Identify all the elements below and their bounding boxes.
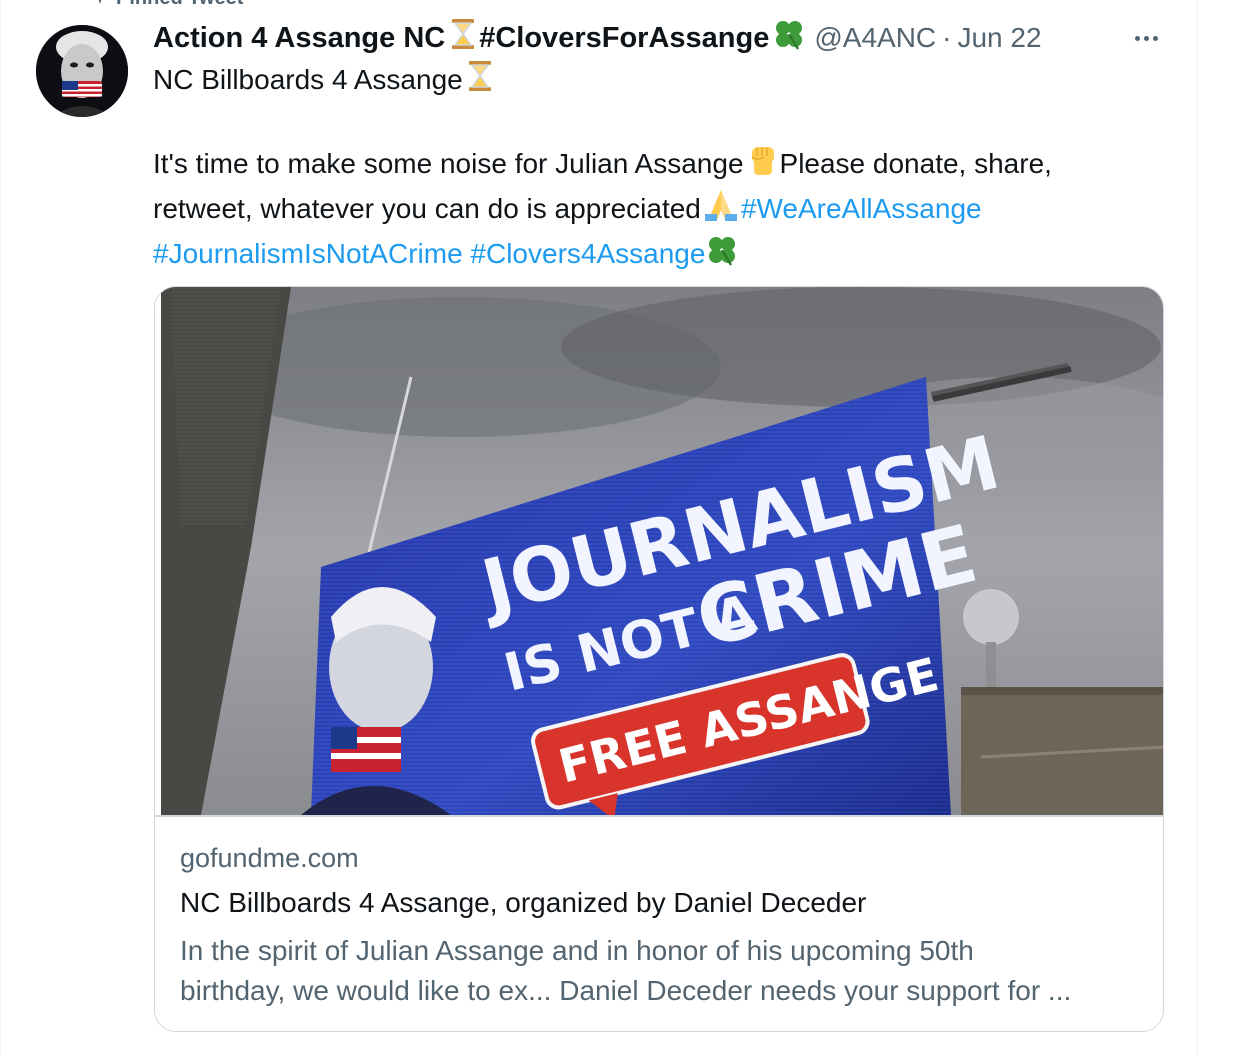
tweet-text: NC Billboards 4 Assange It's time to mak… [153, 60, 1143, 278]
tweet-line: NC Billboards 4 Assange [153, 60, 1143, 103]
more-button[interactable] [1128, 26, 1164, 50]
hashtag-link[interactable]: #WeAreAllAssange [741, 193, 982, 224]
tweet-timestamp[interactable]: Jun 22 [957, 22, 1041, 54]
header-separator: · [942, 22, 952, 53]
tweet-title-text: NC Billboards 4 Assange [153, 64, 463, 95]
card-image[interactable]: JOURNALISM IS NOT A CRIME FREE ASSANGE [161, 287, 1163, 815]
hashtag-link[interactable]: #JournalismIsNotACrime [153, 238, 463, 269]
display-name-hashtag-text: #CloversForAssange [479, 21, 770, 54]
timeline-right-border [1197, 0, 1198, 1055]
card-title: NC Billboards 4 Assange, organized by Da… [180, 887, 867, 918]
hourglass-icon [450, 18, 476, 58]
tweet-blank-line [153, 103, 1143, 143]
tweet-line: It's time to make some noise for Julian … [153, 143, 1143, 188]
card-domain: gofundme.com [180, 843, 359, 873]
card-divider [155, 815, 1163, 817]
hashtag-link[interactable]: #Clovers4Assange [470, 238, 705, 269]
four-leaf-clover-icon [705, 233, 739, 278]
hourglass-icon [467, 60, 493, 103]
user-handle[interactable]: @A4ANC [814, 22, 936, 54]
more-icon-dot [1143, 35, 1149, 41]
tweet-body-text: It's time to make some noise for Julian … [153, 148, 744, 179]
card-description-line: In the spirit of Julian Assange and in h… [180, 935, 974, 966]
tweet-line: retweet, whatever you can do is apprecia… [153, 188, 1143, 233]
link-preview-card[interactable]: JOURNALISM IS NOT A CRIME FREE ASSANGE g… [154, 286, 1164, 1032]
more-icon [1134, 35, 1140, 41]
tweet-body-text: retweet, whatever you can do is apprecia… [153, 193, 701, 224]
card-description-line: birthday, we would like to ex... Daniel … [180, 975, 1072, 1006]
tweet-body-text: Please donate, share, [779, 148, 1052, 179]
folded-hands-icon [701, 188, 741, 233]
pinned-tweet-indicator: Pinned Tweet [92, 0, 243, 10]
tweet-header: Action 4 Assange NC #CloversForAssange @… [153, 18, 1176, 58]
pin-icon [92, 0, 108, 6]
more-icon-dot [1152, 35, 1158, 41]
pinned-tweet-label: Pinned Tweet [116, 0, 243, 10]
avatar[interactable] [36, 25, 128, 117]
timeline-left-border [0, 0, 1, 1055]
card-description: In the spirit of Julian Assange and in h… [180, 931, 1150, 1011]
four-leaf-clover-icon [772, 17, 806, 59]
display-name-text: Action 4 Assange NC [153, 21, 446, 54]
display-name[interactable]: Action 4 Assange NC #CloversForAssange [153, 17, 806, 59]
tweet-line: #JournalismIsNotACrime #Clovers4Assange [153, 233, 1143, 278]
raised-fist-icon [744, 143, 780, 188]
